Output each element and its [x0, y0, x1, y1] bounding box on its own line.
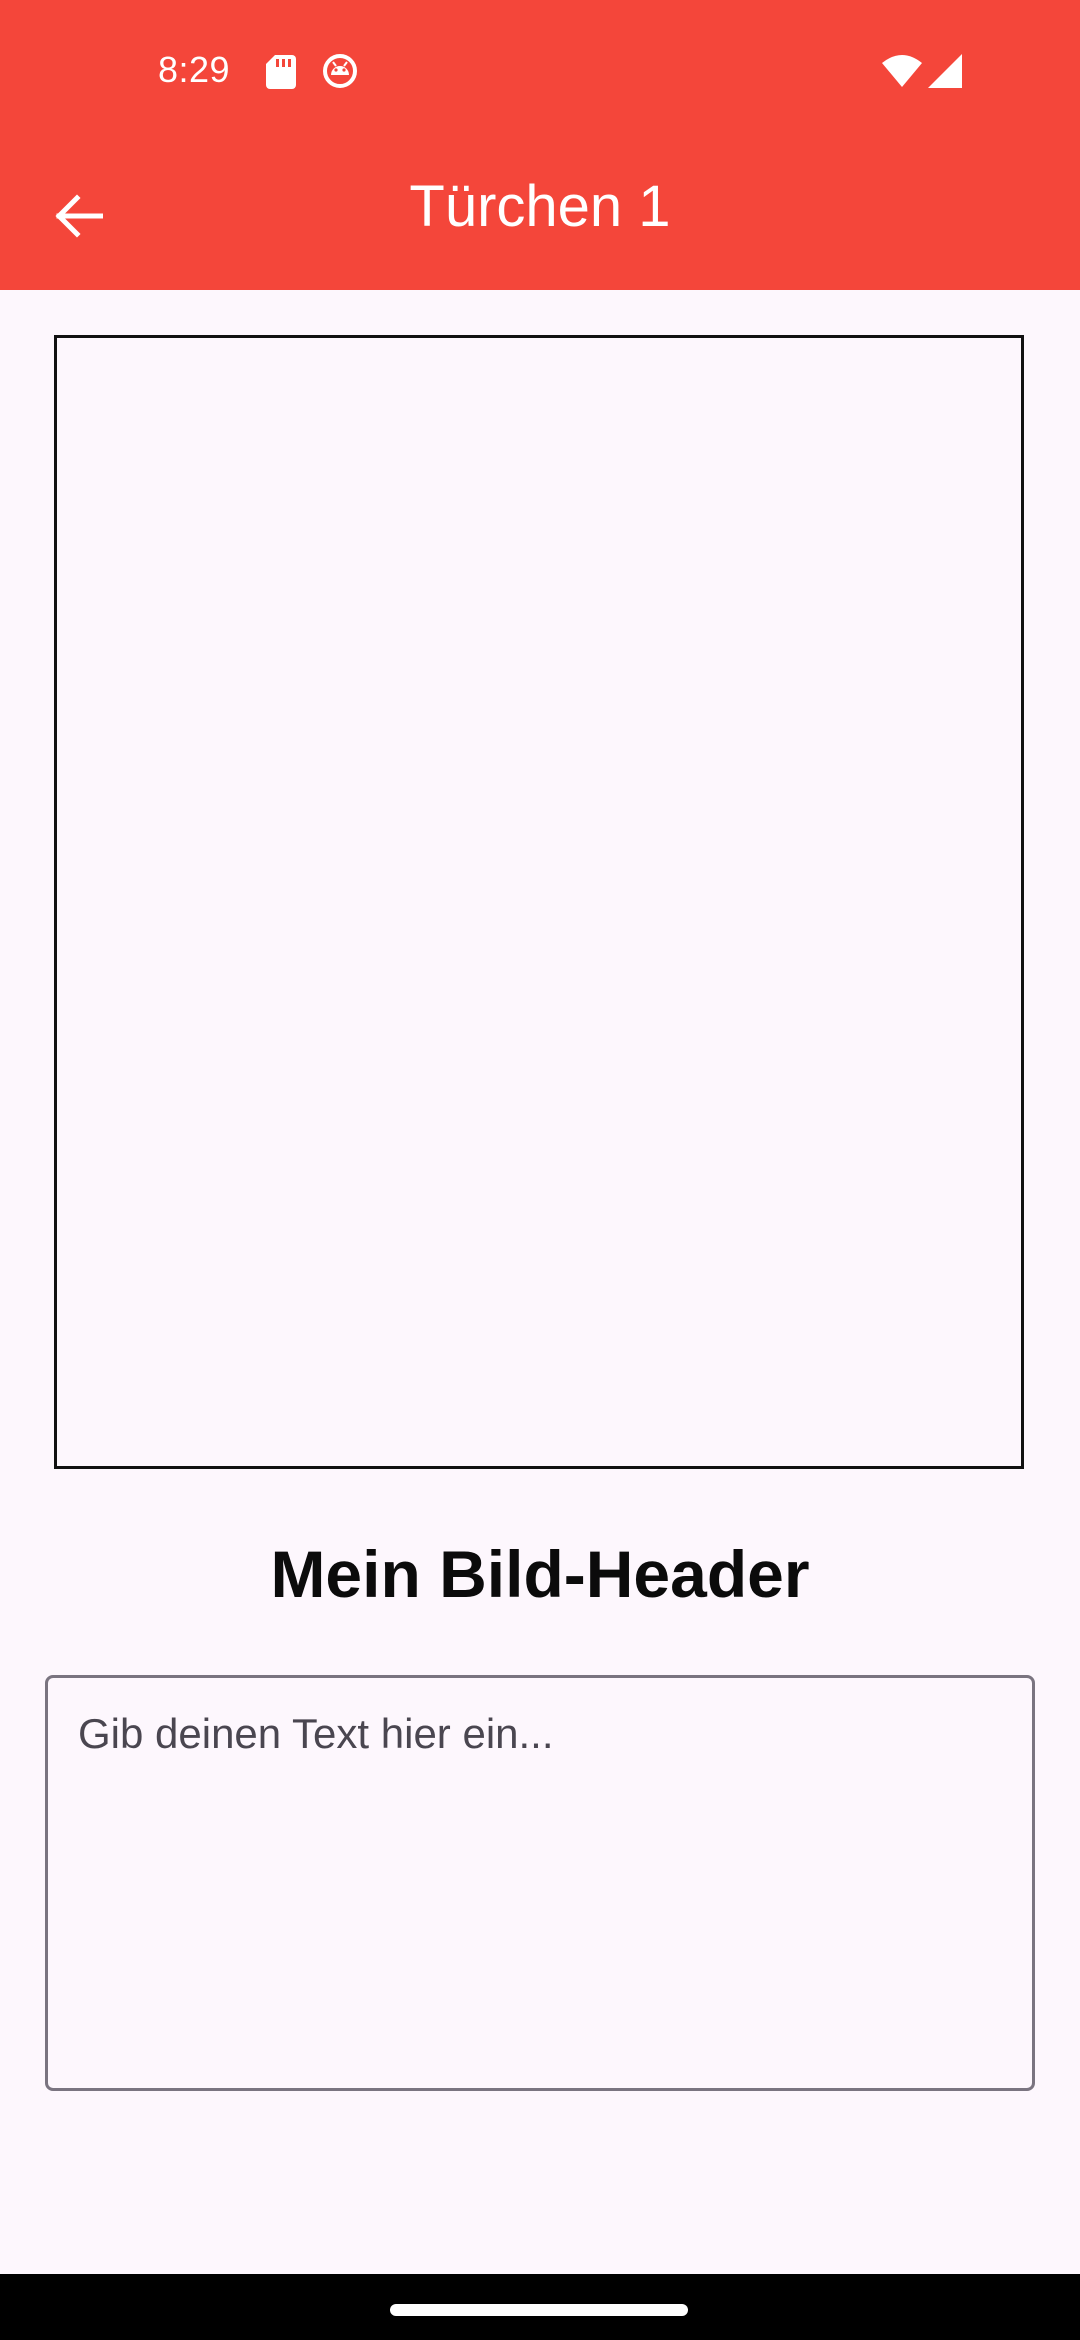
home-handle[interactable] — [390, 2304, 688, 2316]
page-title: Türchen 1 — [409, 174, 671, 239]
app-bar: Türchen 1 — [0, 142, 1080, 290]
android-debug-icon — [323, 54, 357, 88]
image-header: Mein Bild-Header — [270, 1537, 810, 1611]
image-placeholder[interactable] — [54, 335, 1024, 1469]
sd-card-icon — [266, 55, 296, 89]
cell-signal-icon — [928, 54, 962, 88]
wifi-icon — [882, 55, 922, 87]
navigation-bar — [0, 2274, 1080, 2340]
text-input[interactable] — [45, 1675, 1035, 2091]
status-bar: 8:29 — [0, 0, 1080, 142]
status-time: 8:29 — [158, 49, 231, 90]
